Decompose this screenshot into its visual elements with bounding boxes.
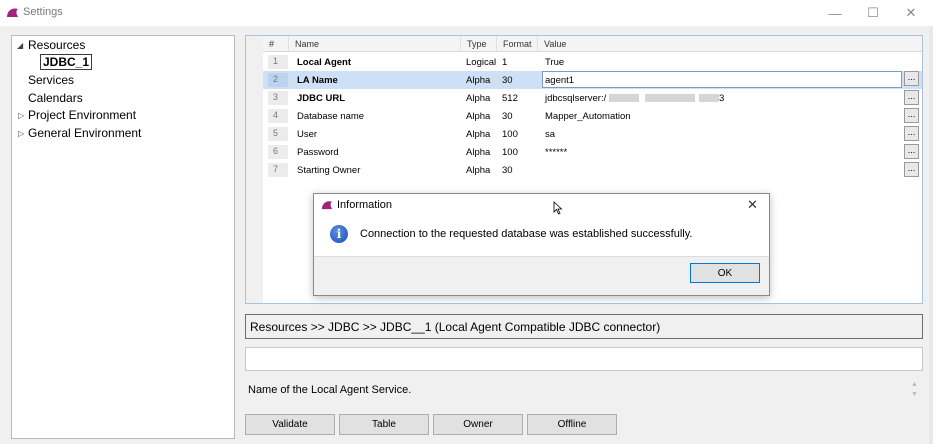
- row-name: Local Agent: [297, 57, 352, 68]
- la-name-value-field[interactable]: [542, 71, 902, 88]
- description-field[interactable]: [245, 347, 923, 371]
- row-format: 1: [502, 57, 508, 68]
- row-name: Starting Owner: [297, 165, 361, 176]
- row-format: 30: [502, 75, 513, 86]
- table-row[interactable]: 6 Password Alpha 100 ******: [263, 143, 922, 161]
- field-description: Name of the Local Agent Service.: [248, 384, 412, 396]
- table-row[interactable]: 4 Database name Alpha 30 Mapper_Automati…: [263, 107, 922, 125]
- row-type: Alpha: [466, 129, 491, 140]
- window-title: Settings: [23, 6, 63, 18]
- collapsed-arrow-icon[interactable]: ▷: [18, 111, 24, 120]
- redacted-text: [609, 94, 639, 102]
- column-header-type[interactable]: Type: [461, 36, 497, 52]
- dialog-body: i Connection to the requested database w…: [314, 217, 769, 257]
- app-logo-icon: [321, 201, 333, 210]
- row-format: 30: [502, 165, 513, 176]
- table-row[interactable]: 5 User Alpha 100 sa: [263, 125, 922, 143]
- dialog-message: Connection to the requested database was…: [360, 228, 693, 240]
- mouse-cursor-icon: [553, 201, 563, 215]
- row-value[interactable]: ******: [545, 147, 567, 158]
- row-value[interactable]: agent1: [545, 75, 574, 86]
- information-dialog: Information ✕ i Connection to the reques…: [313, 193, 770, 296]
- dialog-title: Information: [337, 199, 393, 211]
- minimize-button[interactable]: —: [817, 0, 853, 26]
- expanded-arrow-icon[interactable]: ◢: [17, 41, 23, 50]
- close-button[interactable]: ✕: [893, 0, 929, 26]
- column-header-name[interactable]: Name: [289, 36, 461, 52]
- redacted-text: [699, 94, 719, 102]
- table-row[interactable]: 3 JDBC URL Alpha 512 jdbcsqlserver:/ 3: [263, 89, 922, 107]
- row-value[interactable]: jdbcsqlserver:/: [545, 93, 606, 104]
- breadcrumb: Resources >> JDBC >> JDBC__1 (Local Agen…: [245, 314, 923, 339]
- tree-item-services[interactable]: Services: [28, 73, 74, 87]
- tree-item-resources[interactable]: Resources: [28, 38, 85, 52]
- resource-tree[interactable]: ◢ Resources JDBC_1 Services Calendars ▷ …: [11, 35, 235, 439]
- row-type: Alpha: [466, 111, 491, 122]
- row-number: 3: [268, 91, 288, 105]
- row-name: User: [297, 129, 318, 140]
- dialog-close-button[interactable]: ✕: [747, 197, 758, 213]
- row-type: Alpha: [466, 147, 491, 158]
- app-logo-icon: [7, 8, 18, 17]
- tree-item-jdbc-1[interactable]: JDBC_1: [40, 54, 93, 70]
- tree-item-project-environment[interactable]: Project Environment: [28, 108, 136, 122]
- edit-ellipsis-button[interactable]: ...: [904, 162, 919, 177]
- ok-button[interactable]: OK: [690, 263, 760, 283]
- row-value[interactable]: True: [545, 57, 564, 68]
- row-number: 7: [268, 163, 288, 177]
- tree-item-general-environment[interactable]: General Environment: [28, 126, 141, 140]
- edit-ellipsis-button[interactable]: ...: [904, 71, 919, 86]
- row-format: 30: [502, 111, 513, 122]
- tree-item-calendars[interactable]: Calendars: [28, 91, 83, 105]
- row-number: 2: [268, 73, 288, 87]
- edit-ellipsis-button[interactable]: ...: [904, 90, 919, 105]
- column-header-number[interactable]: #: [263, 36, 289, 52]
- table-row[interactable]: 7 Starting Owner Alpha 30: [263, 161, 922, 179]
- row-format: 100: [502, 129, 518, 140]
- info-icon: i: [330, 225, 348, 243]
- column-header-value[interactable]: Value: [538, 36, 922, 52]
- window-edge: [929, 26, 933, 444]
- row-name: Database name: [297, 111, 365, 122]
- row-type: Logical: [466, 57, 497, 68]
- redacted-text: [645, 94, 695, 102]
- edit-ellipsis-button[interactable]: ...: [904, 144, 919, 159]
- row-number: 6: [268, 145, 288, 159]
- row-format: 100: [502, 147, 518, 158]
- owner-button[interactable]: Owner: [433, 414, 523, 435]
- row-number: 1: [268, 55, 288, 69]
- maximize-button[interactable]: ☐: [855, 0, 891, 26]
- row-type: Alpha: [466, 165, 491, 176]
- row-number: 5: [268, 127, 288, 141]
- table-button[interactable]: Table: [339, 414, 429, 435]
- row-name: LA Name: [297, 75, 338, 86]
- validate-button[interactable]: Validate: [245, 414, 335, 435]
- row-name: Password: [297, 147, 339, 158]
- edit-ellipsis-button[interactable]: ...: [904, 108, 919, 123]
- table-row[interactable]: 1 Local Agent Logical 1 True: [263, 53, 922, 71]
- row-type: Alpha: [466, 75, 491, 86]
- collapsed-arrow-icon[interactable]: ▷: [18, 129, 24, 138]
- row-type: Alpha: [466, 93, 491, 104]
- title-bar: Settings — ☐ ✕: [0, 0, 933, 26]
- dialog-title-bar: Information ✕: [314, 194, 769, 217]
- column-header-format[interactable]: Format: [497, 36, 538, 52]
- row-name: JDBC URL: [297, 93, 346, 104]
- row-value[interactable]: Mapper_Automation: [545, 111, 631, 122]
- row-value[interactable]: sa: [545, 129, 555, 140]
- edit-ellipsis-button[interactable]: ...: [904, 126, 919, 141]
- row-value-suffix: 3: [719, 93, 725, 104]
- row-number: 4: [268, 109, 288, 123]
- scroll-arrows-icon[interactable]: ▲ ▼: [911, 380, 918, 400]
- table-row-selected[interactable]: 2 LA Name Alpha 30 agent1: [263, 71, 922, 89]
- offline-button[interactable]: Offline: [527, 414, 617, 435]
- row-format: 512: [502, 93, 518, 104]
